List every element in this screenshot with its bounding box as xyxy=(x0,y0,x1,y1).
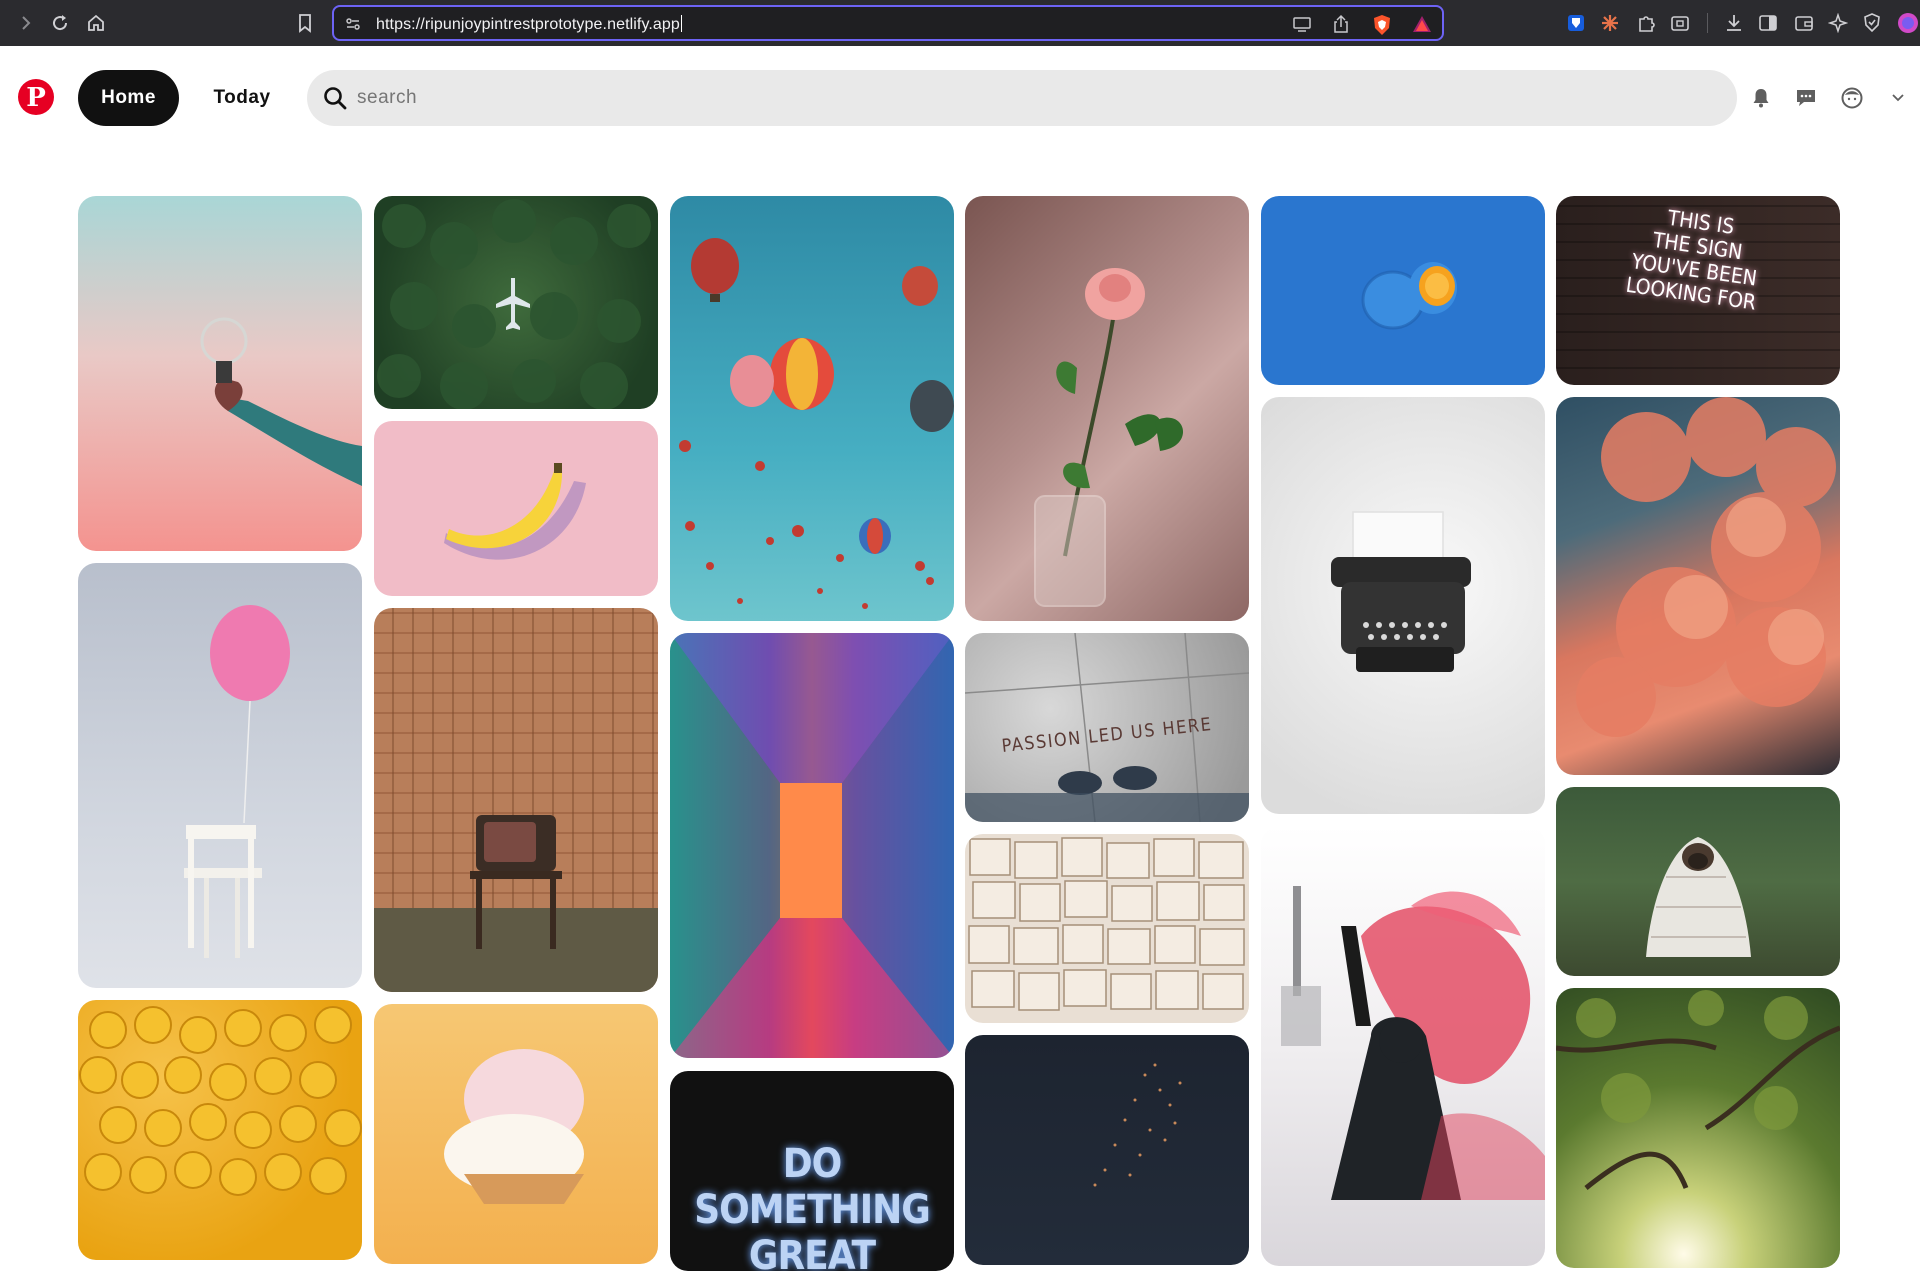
extension-bitwarden-icon[interactable] xyxy=(1564,11,1588,35)
pin-balloons[interactable] xyxy=(670,196,954,621)
pin-red-smoke[interactable] xyxy=(1261,826,1545,1266)
forward-icon[interactable] xyxy=(14,11,38,35)
toolbar-divider xyxy=(1707,13,1708,33)
tree-canopy-illustration xyxy=(1556,990,1840,1190)
brave-shield-icon[interactable] xyxy=(1372,14,1392,41)
neon-corridor-illustration xyxy=(670,633,954,1058)
extensions-puzzle-icon[interactable] xyxy=(1634,11,1658,35)
typewriter-illustration xyxy=(1331,511,1471,672)
pin-lego-heads[interactable] xyxy=(78,1000,362,1260)
blue-orange-illustration xyxy=(1361,262,1457,330)
url-text[interactable]: https://ripunjoypintrestprototype.netlif… xyxy=(376,15,682,34)
balloons-illustration xyxy=(679,238,954,609)
bell-icon[interactable] xyxy=(1747,84,1775,112)
profile-icon[interactable] xyxy=(1838,84,1866,112)
pin-tree-canopy[interactable] xyxy=(1556,988,1840,1268)
browser-profile-icon[interactable] xyxy=(1896,11,1920,35)
download-icon[interactable] xyxy=(1722,11,1746,35)
bookmark-icon[interactable] xyxy=(293,11,317,35)
leo-ai-icon[interactable] xyxy=(1826,11,1850,35)
pin-lightbulb[interactable] xyxy=(78,196,362,551)
red-smoke-illustration xyxy=(1281,886,1545,1200)
pin-rose[interactable] xyxy=(965,196,1249,621)
pin-tv[interactable] xyxy=(374,608,658,992)
home-icon[interactable] xyxy=(84,11,108,35)
banana-illustration xyxy=(444,463,586,560)
pin-dark-sky[interactable] xyxy=(965,1035,1249,1265)
do-something-text: DO SOMETHING GREAT xyxy=(694,1141,931,1271)
clouds-illustration xyxy=(1576,397,1836,737)
reload-icon[interactable] xyxy=(48,11,72,35)
pug-illustration xyxy=(1646,837,1751,957)
pin-passion[interactable]: PASSION LED US HERE xyxy=(965,633,1249,822)
search-bar[interactable] xyxy=(307,70,1737,126)
search-input[interactable] xyxy=(357,70,1697,126)
pin-pug[interactable] xyxy=(1556,787,1840,976)
site-header: P Home Today xyxy=(0,46,1920,150)
lightbulb-illustration xyxy=(200,317,362,486)
pin-do-something[interactable]: DO SOMETHING GREAT xyxy=(670,1071,954,1271)
tv-illustration xyxy=(470,815,562,949)
books-illustration xyxy=(968,837,1245,1011)
extension-spark-icon[interactable] xyxy=(1598,11,1622,35)
pin-books[interactable] xyxy=(965,834,1249,1023)
message-icon[interactable] xyxy=(1792,84,1820,112)
pin-balloon-chair[interactable] xyxy=(78,563,362,988)
dark-sky-illustration xyxy=(1093,1063,1182,1187)
site-settings-icon[interactable] xyxy=(344,15,362,33)
pin-forest-plane[interactable] xyxy=(374,196,658,409)
home-button[interactable]: Home xyxy=(78,70,179,126)
vpn-icon[interactable] xyxy=(1860,11,1884,35)
browser-toolbar: https://ripunjoypintrestprototype.netlif… xyxy=(0,0,1920,46)
cast-icon[interactable] xyxy=(1292,15,1312,38)
pin-blue-orange[interactable] xyxy=(1261,196,1545,385)
share-icon[interactable] xyxy=(1332,14,1350,39)
balloon-chair-illustration xyxy=(184,605,290,958)
forest-plane-illustration xyxy=(377,199,651,409)
pin-neon-sign[interactable]: THIS IS THE SIGN YOU'VE BEEN LOOKING FOR xyxy=(1556,196,1840,385)
pin-clouds[interactable] xyxy=(1556,397,1840,775)
wallet-icon[interactable] xyxy=(1792,11,1816,35)
lego-heads-illustration xyxy=(79,1006,362,1196)
rewards-icon[interactable] xyxy=(1412,15,1432,38)
pin-neon-corridor[interactable] xyxy=(670,633,954,1058)
icecream-illustration xyxy=(444,1049,584,1264)
search-icon xyxy=(321,84,349,112)
pinterest-logo-icon[interactable]: P xyxy=(18,79,54,115)
sidebar-icon[interactable] xyxy=(1756,11,1780,35)
rose-illustration xyxy=(1034,268,1184,607)
chevron-down-icon[interactable] xyxy=(1884,84,1912,112)
today-button[interactable]: Today xyxy=(196,70,288,126)
pin-typewriter[interactable] xyxy=(1261,397,1545,814)
pin-banana[interactable] xyxy=(374,421,658,596)
screenshot-icon[interactable] xyxy=(1668,11,1692,35)
pin-icecream[interactable] xyxy=(374,1004,658,1264)
address-bar[interactable]: https://ripunjoypintrestprototype.netlif… xyxy=(332,5,1444,41)
